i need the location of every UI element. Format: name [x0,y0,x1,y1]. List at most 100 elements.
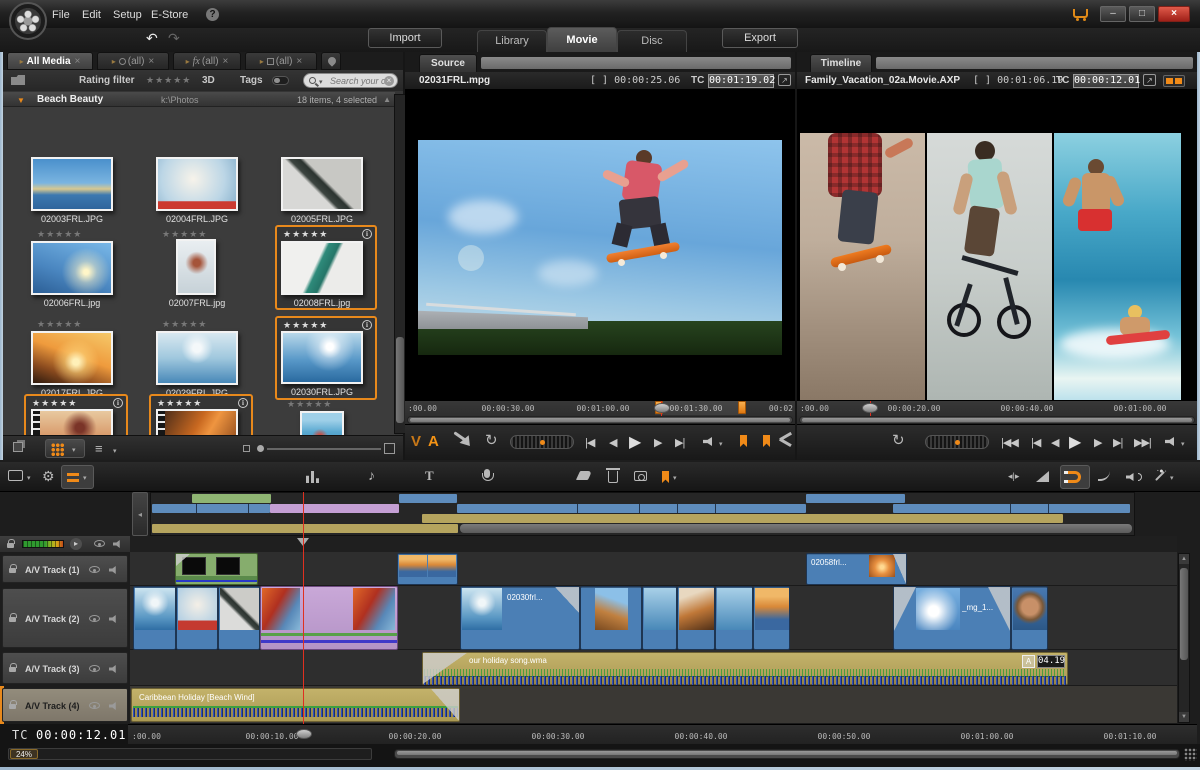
audio-level-badge[interactable]: A [1022,655,1035,668]
library-tab-effects[interactable]: ▸fx(all)× [173,52,241,70]
mark-in-button[interactable] [740,435,747,447]
storyboard-toggle-icon[interactable] [8,470,23,481]
tab-close-icon[interactable]: × [75,56,81,67]
track-header-1[interactable]: A/V Track (1) [2,555,128,583]
jog-shuttle-wheel[interactable] [510,435,574,449]
caret-down-icon[interactable]: ▾ [113,447,117,455]
visibility-eye-icon[interactable] [89,665,100,672]
resize-grip[interactable] [1184,748,1197,761]
lock-icon[interactable] [9,667,16,672]
volume-icon[interactable] [1165,437,1177,446]
go-to-start-button[interactable]: |◀ [585,436,594,449]
library-tab-elements[interactable]: ▸(all)× [245,52,317,70]
tab-close-icon[interactable]: × [148,56,154,67]
clip-video[interactable] [677,586,715,650]
play-button[interactable]: ▶ [1069,432,1080,452]
library-tab-all-media[interactable]: ▸All Media× [7,52,93,70]
info-icon[interactable]: i [238,398,248,408]
jump-back-button[interactable]: |◀◀ [1001,436,1018,449]
clip-video[interactable] [133,586,176,650]
rating-stars[interactable]: ★★★★★ [37,229,82,240]
media-thumbnail[interactable] [31,241,113,295]
tab-close-icon[interactable]: × [223,56,229,67]
ruler-playhead-grip[interactable] [296,729,312,739]
group-sort-icon[interactable]: ▲ [383,95,391,104]
visibility-eye-icon[interactable] [89,702,100,709]
tags-label[interactable]: Tags [240,75,263,86]
undo-button[interactable]: ↶ [146,30,158,47]
clip-video[interactable] [580,586,642,650]
menu-setup[interactable]: Setup [113,9,142,21]
media-thumbnail[interactable] [31,331,113,385]
zoom-small-icon[interactable] [243,445,250,452]
voiceover-mic-icon[interactable] [484,469,490,478]
rating-filter-stars[interactable]: ★★★★★ [146,75,191,86]
clip-video[interactable] [1011,586,1048,650]
timeline-settings-gear-icon[interactable]: ⚙ [42,468,55,485]
media-thumbnail[interactable] [281,157,363,211]
video-monitor-toggle[interactable]: V [411,433,421,450]
navigator-collapse-handle[interactable]: ◂ [132,492,148,536]
media-thumbnail[interactable] [281,241,363,295]
volume-caret-icon[interactable]: ▾ [1181,440,1185,448]
clip-video[interactable] [397,553,458,585]
timeline-zoom-slider[interactable] [8,748,372,760]
clip-audio-scorefitter[interactable]: Caribbean Holiday [Beach Wind] [131,688,460,722]
timeline-preview-tab[interactable]: Timeline [810,54,872,72]
caret-down-icon[interactable]: ▾ [1170,474,1174,482]
close-button[interactable]: × [1158,6,1190,22]
add-marker-icon[interactable] [662,471,669,483]
track-header-4-active[interactable]: A/V Track (4) [2,688,128,722]
frame-back-button[interactable]: ◀ [609,436,616,449]
audio-monitor-toggle[interactable]: A [428,433,439,450]
razor-split-icon[interactable] [576,471,592,480]
media-thumbnail[interactable] [156,157,238,211]
frame-back-button[interactable]: ◀ [1051,436,1058,449]
info-icon[interactable]: i [362,320,372,330]
clip-video[interactable] [715,586,753,650]
redo-button[interactable]: ↷ [168,30,180,47]
rating-stars[interactable]: ★★★★★ [162,319,207,330]
rating-filter-label[interactable]: Rating filter [79,75,135,86]
clip-video-02058[interactable]: 02058frl... [806,553,907,585]
preview-scrollbar[interactable] [799,416,1195,424]
scorefitter-note-icon[interactable]: ♪ [368,467,375,483]
stack-view-icon[interactable] [13,442,23,452]
source-tab[interactable]: Source [419,54,477,72]
master-expand-button[interactable]: ▸ [70,538,82,550]
clip-title-green[interactable] [175,553,258,585]
tab-close-icon[interactable]: × [296,56,302,67]
track-header-2[interactable]: A/V Track (2) [2,588,128,648]
lock-icon[interactable] [7,543,14,548]
rating-stars[interactable]: ★★★★★ [283,229,328,240]
library-tab-projects[interactable]: ▸(all)× [97,52,169,70]
rating-stars[interactable]: ★★★★★ [37,319,82,330]
trim-mode-icon[interactable]: ◂|▸ [1008,471,1019,482]
media-thumbnail[interactable] [281,331,363,384]
mark-out-button[interactable] [763,435,770,447]
maximize-button[interactable]: □ [1129,6,1155,22]
preview-playhead-handle[interactable] [862,403,878,413]
dual-view-toggle[interactable] [1163,75,1185,87]
scroll-down-arrow[interactable]: ▼ [1179,712,1189,722]
library-group-header[interactable]: ▼ Beach Beauty k:\Photos 18 items, 4 sel… [3,92,395,107]
tab-disc[interactable]: Disc [617,30,687,52]
mark-out-handle[interactable] [738,401,746,414]
lock-icon[interactable] [9,704,16,709]
list-view-icon[interactable]: ≡ [95,441,103,456]
shop-cart-icon[interactable] [1073,9,1088,18]
timeline-ruler[interactable]: :00.00 00:00:10.00 00:00:20.00 00:00:30.… [128,724,1197,744]
mute-speaker-icon[interactable] [109,665,118,673]
clip-video-02030[interactable]: 02030frl... [460,586,580,650]
clip-video[interactable] [218,586,260,650]
audio-scrub-icon[interactable] [1126,473,1136,481]
go-to-end-button[interactable]: ▶| [675,436,684,449]
mute-speaker-icon[interactable] [109,566,118,574]
visibility-eye-icon[interactable] [89,615,100,622]
undock-icon[interactable]: ↗ [778,74,791,86]
loop-playback-icon[interactable]: ↻ [892,431,905,449]
visibility-eye-icon[interactable] [89,566,100,573]
source-scrubber[interactable]: :00.00 00:00:30.00 00:01:00.00 00:01:30.… [405,400,795,424]
source-timecode[interactable]: 00:01:19.02 [708,74,774,88]
timeline-vscrollbar[interactable]: ▲ ▼ [1178,553,1190,723]
